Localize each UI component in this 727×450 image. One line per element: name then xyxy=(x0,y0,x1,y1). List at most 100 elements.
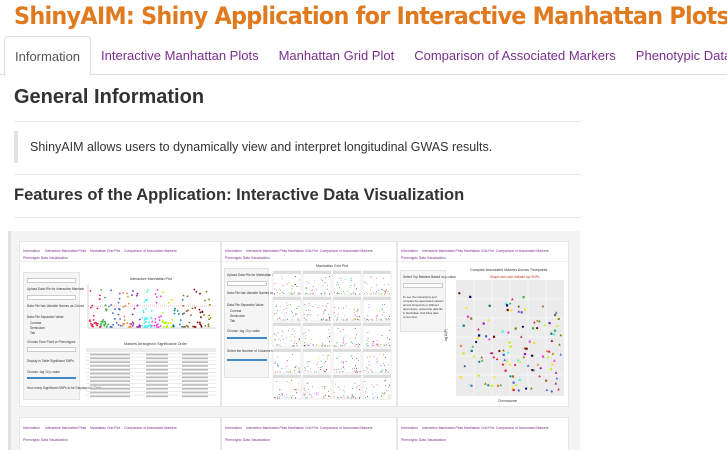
manhattan-point xyxy=(143,322,146,325)
scatter-point xyxy=(536,319,539,322)
grid-point xyxy=(350,285,352,287)
grid-point xyxy=(285,302,287,304)
grid-point xyxy=(288,282,289,283)
grid-point xyxy=(375,292,377,294)
tab-manhattan-grid-plot[interactable]: Manhattan Grid Plot xyxy=(269,36,405,75)
manhattan-point xyxy=(117,313,120,316)
screenshot-compare-markers[interactable]: Information Interactive Manhattan Plots … xyxy=(397,241,569,407)
grid-point xyxy=(383,312,385,314)
tab-interactive-manhattan-plots[interactable]: Interactive Manhattan Plots xyxy=(91,36,269,75)
scatter-point xyxy=(458,292,461,295)
grid-point xyxy=(384,290,386,292)
grid-point xyxy=(293,330,295,332)
scatter-point xyxy=(520,311,523,314)
tab-phenotypic-data-visualization[interactable]: Phenotypic Data Visualization xyxy=(626,36,727,75)
grid-point xyxy=(275,305,277,307)
screenshot-interactive-manhattan[interactable]: Information Interactive Manhattan Plots … xyxy=(19,241,221,407)
table-cell xyxy=(182,353,208,356)
scatter-point xyxy=(553,329,557,332)
manhattan-point xyxy=(110,304,112,306)
thumbnail-panel-label: Display in Table Significant SNPs xyxy=(27,359,74,363)
scatter-point xyxy=(502,353,505,356)
grid-point xyxy=(389,329,391,331)
thumbnail-manhattan-plot xyxy=(84,282,218,332)
grid-point xyxy=(344,385,346,387)
grid-point xyxy=(307,315,309,317)
grid-point xyxy=(368,319,370,321)
screenshot-bottom-1[interactable]: Information Interactive Manhattan Plots … xyxy=(19,417,221,450)
grid-point xyxy=(286,396,288,398)
scatter-point xyxy=(525,387,528,390)
grid-point xyxy=(346,361,347,363)
screenshot-manhattan-grid[interactable]: Information Interactive Manhattan Plots … xyxy=(221,241,397,407)
grid-point xyxy=(274,282,276,284)
grid-point xyxy=(335,345,337,347)
grid-point xyxy=(282,319,284,321)
grid-point xyxy=(278,338,280,340)
tab-comparison-of-associated-markers[interactable]: Comparison of Associated Markers xyxy=(404,36,626,75)
grid-point xyxy=(290,397,292,399)
grid-point xyxy=(285,394,287,396)
thumbnail-tab: Comparison of Associated Markers xyxy=(124,426,177,430)
thumbnail-tab: Interactive Manhattan Plots xyxy=(246,426,288,430)
grid-point xyxy=(291,287,293,289)
grid-point xyxy=(328,395,330,397)
grid-point xyxy=(320,345,322,347)
grid-point xyxy=(379,345,381,346)
grid-point xyxy=(289,370,291,372)
grid-point xyxy=(346,319,347,321)
grid-point xyxy=(313,392,315,394)
grid-point xyxy=(290,340,292,342)
grid-point xyxy=(305,335,307,337)
grid-panel xyxy=(272,296,302,322)
table-cell xyxy=(182,388,208,390)
manhattan-point xyxy=(195,290,198,293)
grid-point xyxy=(339,277,341,279)
manhattan-point xyxy=(151,320,154,323)
thumbnail-input xyxy=(403,283,443,288)
grid-point xyxy=(328,332,330,334)
grid-point xyxy=(316,364,318,365)
scatter-point xyxy=(478,334,481,337)
manhattan-point xyxy=(173,312,176,315)
grid-point xyxy=(281,394,283,396)
grid-point xyxy=(288,304,290,305)
scatter-point xyxy=(509,345,512,348)
screenshot-bottom-2[interactable]: Information Interactive Manhattan Plots … xyxy=(221,417,397,450)
table-cell xyxy=(182,380,208,382)
grid-point xyxy=(324,310,326,312)
grid-point xyxy=(309,360,311,362)
manhattan-point xyxy=(174,307,176,310)
grid-point xyxy=(309,309,311,311)
grid-point xyxy=(383,284,385,286)
grid-point xyxy=(275,334,277,336)
thumbnail-tab: Information xyxy=(225,426,242,430)
manhattan-point xyxy=(146,299,148,301)
grid-point xyxy=(354,345,356,347)
manhattan-point xyxy=(167,322,170,324)
grid-point xyxy=(337,317,338,319)
grid-point xyxy=(350,397,352,399)
scatter-point xyxy=(491,384,494,387)
tab-information[interactable]: Information xyxy=(4,36,92,76)
manhattan-point xyxy=(147,289,149,291)
grid-point xyxy=(372,393,374,395)
grid-point xyxy=(352,358,354,360)
grid-point xyxy=(352,368,354,370)
grid-point xyxy=(379,393,381,395)
grid-point xyxy=(318,369,319,371)
grid-point xyxy=(389,316,391,318)
screenshot-bottom-3[interactable]: Information Interactive Manhattan Plots … xyxy=(397,417,569,450)
grid-point xyxy=(383,345,385,346)
grid-point xyxy=(279,293,281,295)
grid-point xyxy=(384,304,385,306)
grid-point xyxy=(346,343,348,345)
scatter-point xyxy=(508,341,511,344)
grid-point xyxy=(281,330,283,332)
grid-point xyxy=(315,371,317,373)
grid-point xyxy=(321,293,323,295)
grid-point xyxy=(372,397,374,399)
grid-point xyxy=(307,365,309,367)
scatter-point xyxy=(478,360,481,363)
grid-point xyxy=(371,319,373,321)
